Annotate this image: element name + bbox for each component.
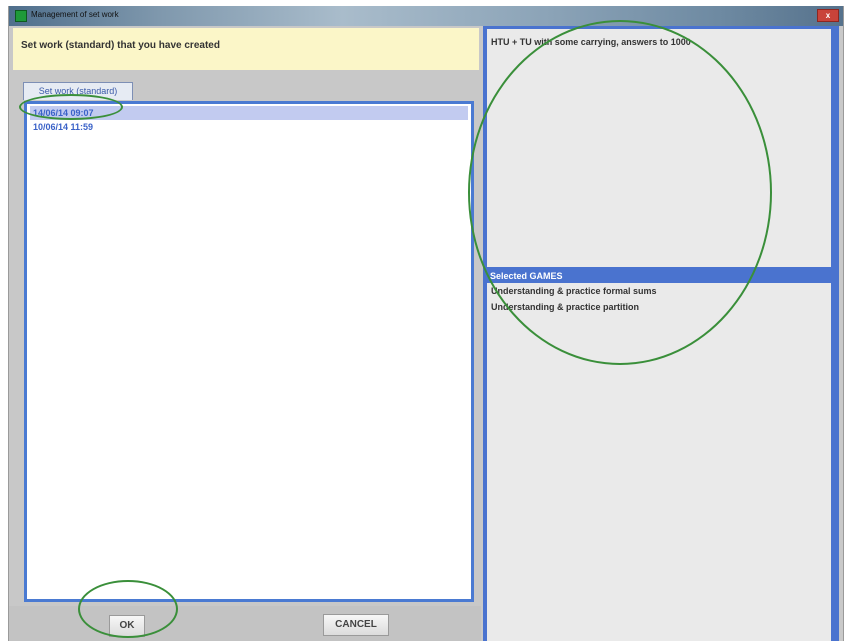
- left-panel: Set work (standard) that you have create…: [9, 26, 481, 641]
- app-icon: [15, 10, 27, 22]
- button-bar: OK CANCEL: [9, 606, 481, 641]
- cancel-button[interactable]: CANCEL: [323, 614, 389, 636]
- set-work-window: Management of set work x Set work (stand…: [8, 6, 844, 641]
- header-text: Set work (standard) that you have create…: [21, 40, 220, 51]
- description-area: HTU + TU with some carrying, answers to …: [487, 29, 831, 267]
- description-text: HTU + TU with some carrying, answers to …: [491, 37, 691, 47]
- list-item[interactable]: Understanding & practice formal sums: [491, 286, 657, 296]
- selected-games-header: Selected GAMES: [487, 269, 837, 283]
- list-item[interactable]: 10/06/14 11:59: [30, 120, 93, 134]
- ok-button[interactable]: OK: [109, 615, 145, 637]
- tab-set-work-standard[interactable]: Set work (standard): [23, 82, 133, 100]
- list-item[interactable]: 14/06/14 09:07: [30, 106, 468, 120]
- header-band: Set work (standard) that you have create…: [13, 28, 479, 70]
- window-title: Management of set work: [31, 10, 119, 19]
- title-bar[interactable]: Management of set work x: [9, 6, 843, 26]
- set-work-list[interactable]: 14/06/14 09:07 10/06/14 11:59: [24, 101, 474, 602]
- selected-games-list[interactable]: Understanding & practice formal sums Und…: [487, 283, 831, 641]
- details-panel: HTU + TU with some carrying, answers to …: [483, 26, 839, 641]
- list-item[interactable]: Understanding & practice partition: [491, 302, 639, 312]
- close-button[interactable]: x: [817, 9, 839, 22]
